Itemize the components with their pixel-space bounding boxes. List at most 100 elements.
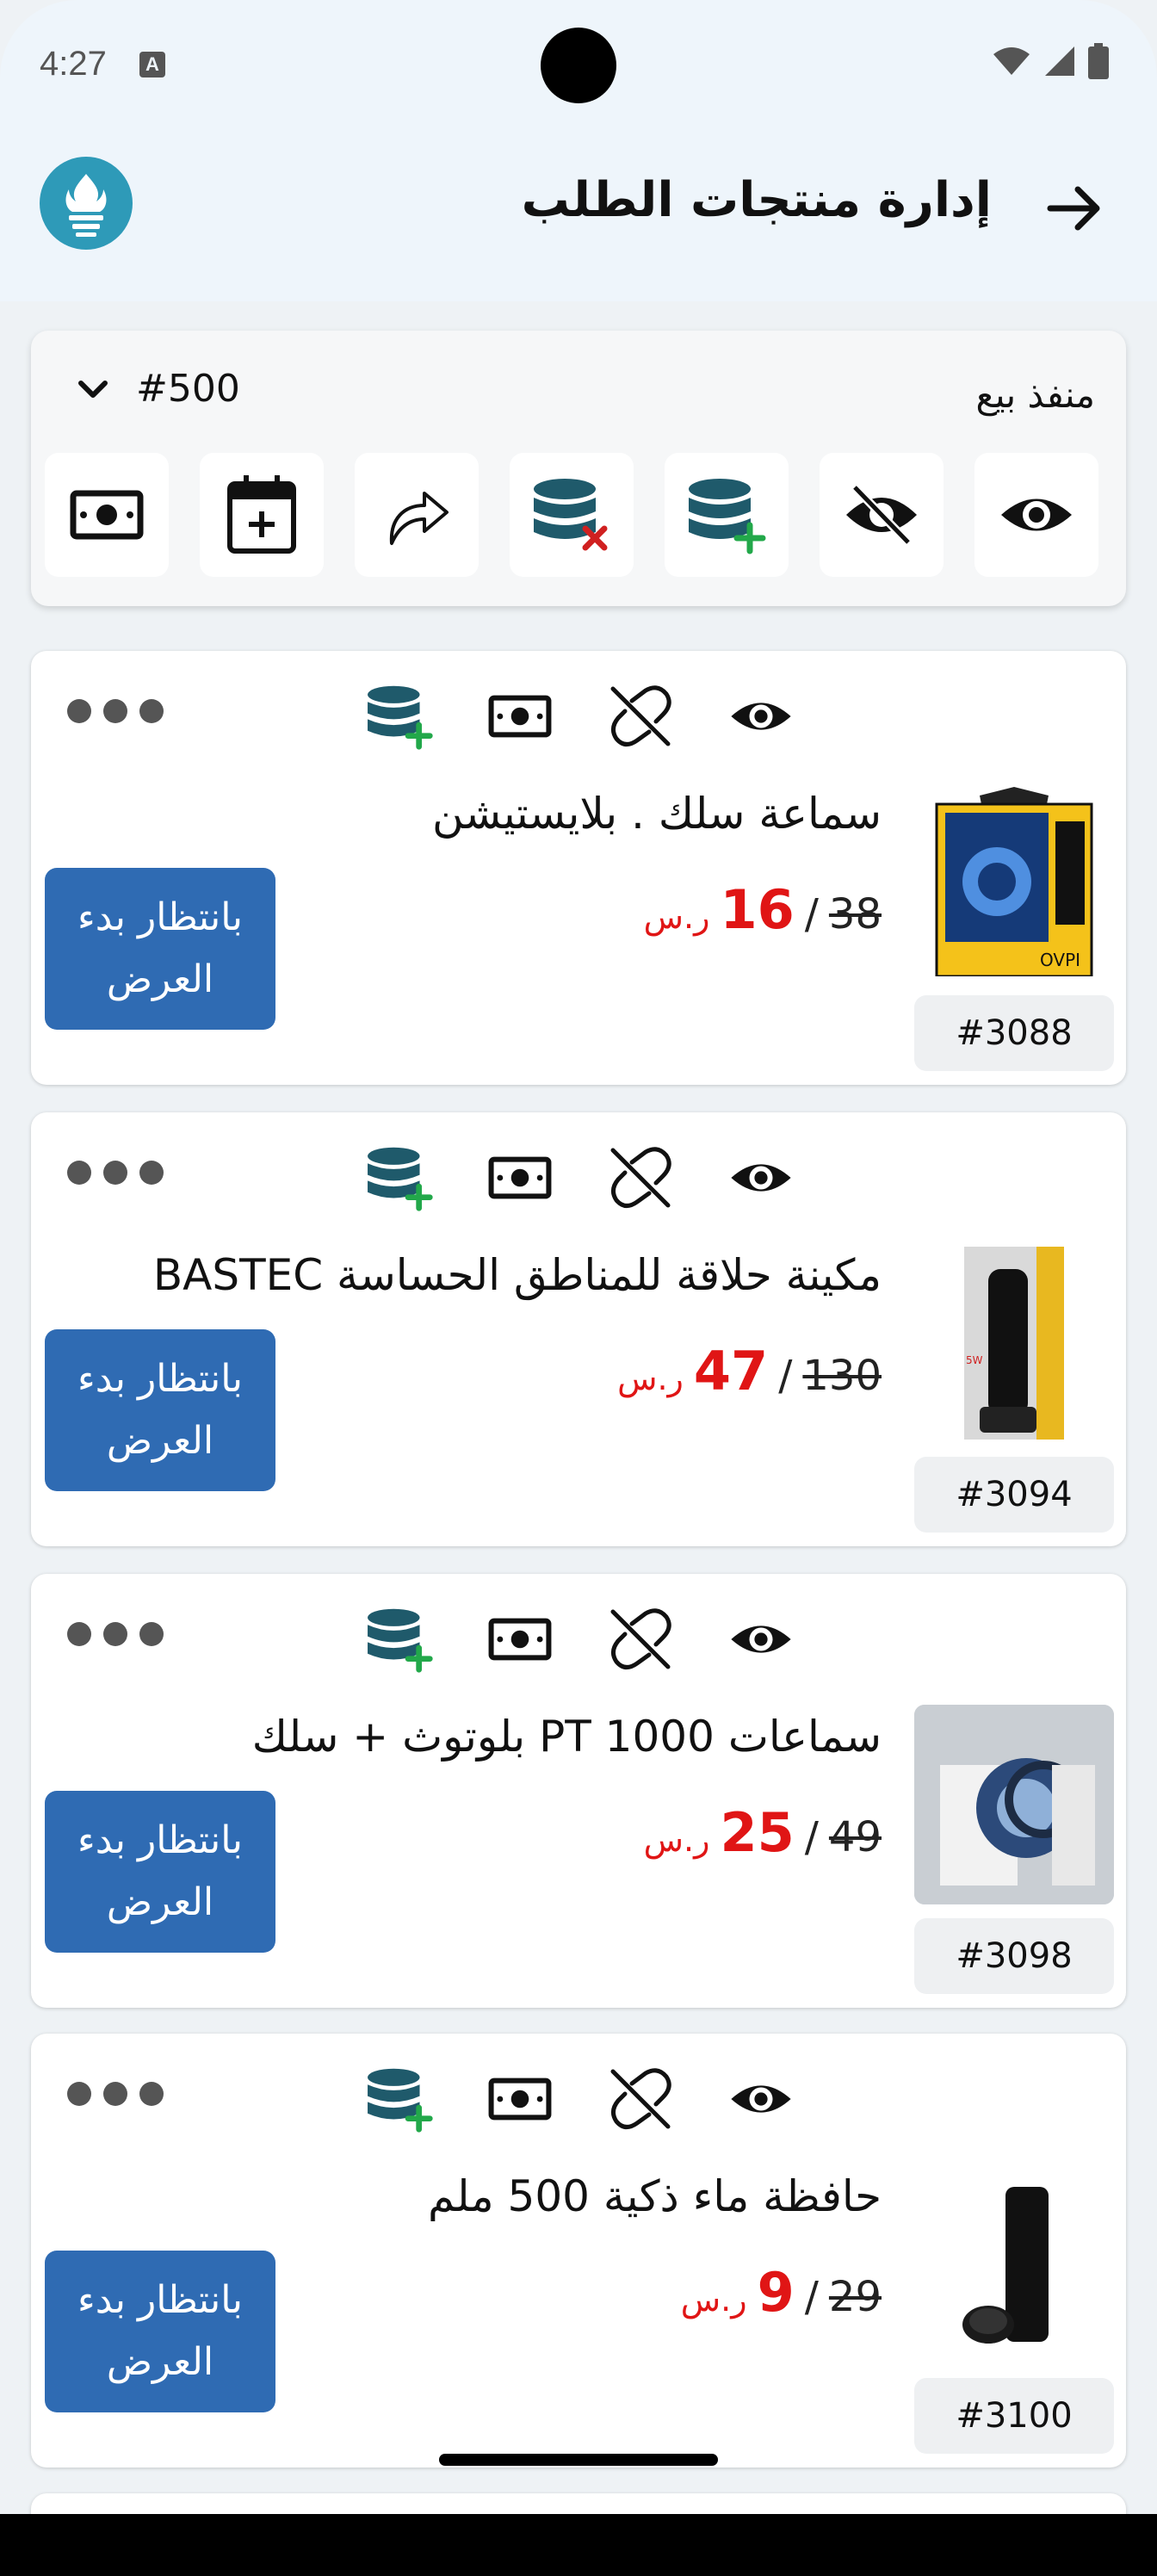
card-actions — [358, 1598, 802, 1681]
status-icons — [992, 43, 1109, 79]
eye-off-icon — [846, 484, 917, 546]
share-arrow-icon — [389, 492, 449, 545]
back-button[interactable] — [1040, 174, 1109, 243]
add-stock-button[interactable] — [358, 1136, 441, 1219]
camera-cutout — [541, 28, 616, 103]
product-name: سماعات PT 1000 بلوتوث + سلك — [251, 1712, 882, 1762]
system-nav-bar — [0, 2514, 1157, 2576]
product-name: سماعة سلك . بلايستيشن — [432, 789, 882, 839]
unlink-button[interactable] — [599, 675, 682, 758]
cash-icon — [70, 490, 144, 540]
view-button[interactable] — [720, 1598, 802, 1681]
old-price: 29 — [828, 2273, 882, 2321]
view-button[interactable] — [720, 1136, 802, 1219]
chevron-down-icon — [78, 380, 108, 398]
battery-icon — [1088, 43, 1109, 79]
old-price: 49 — [828, 1813, 882, 1861]
svg-text:5W: 5W — [966, 1354, 983, 1366]
product-image: OVPI — [914, 782, 1114, 981]
currency: ر.س — [643, 898, 710, 936]
product-name: مكينة حلاقة للمناطق الحساسة BASTEC — [152, 1250, 882, 1300]
cash-icon — [488, 2078, 552, 2121]
offer-status-button[interactable]: بانتظار بدء العرض — [45, 868, 275, 1030]
database-add-icon — [368, 1147, 433, 1211]
price-separator: / — [804, 1813, 819, 1861]
add-stock-button[interactable] — [358, 1598, 441, 1681]
offer-status-button[interactable]: بانتظار بدء العرض — [45, 1329, 275, 1491]
price-button[interactable] — [479, 2058, 561, 2140]
add-stock-button[interactable] — [665, 453, 789, 577]
more-options-button[interactable] — [67, 1622, 164, 1646]
show-button[interactable] — [974, 453, 1098, 577]
notification-icon: A — [139, 52, 165, 77]
view-button[interactable] — [720, 675, 802, 758]
more-options-button[interactable] — [67, 1161, 164, 1185]
product-card[interactable]: سماعات PT 1000 بلوتوث + سلك 49 / 25 ر.س … — [31, 1574, 1126, 2008]
unlink-button[interactable] — [599, 1598, 682, 1681]
product-id-badge: #3100 — [914, 2378, 1114, 2454]
card-actions — [358, 2058, 802, 2140]
price-button[interactable] — [479, 675, 561, 758]
currency: ر.س — [643, 1821, 710, 1859]
hide-button[interactable] — [820, 453, 944, 577]
currency: ر.س — [680, 2281, 747, 2319]
card-actions — [358, 675, 802, 758]
product-id-badge: #3098 — [914, 1918, 1114, 1994]
wifi-icon — [993, 47, 1030, 75]
price-separator: / — [804, 890, 819, 938]
price-separator: / — [804, 2273, 819, 2321]
product-id-badge: #3094 — [914, 1457, 1114, 1533]
product-card[interactable]: 5W مكينة حلاقة للمناطق الحساسة BASTEC 13… — [31, 1112, 1126, 1546]
database-add-icon — [368, 685, 433, 750]
product-id-badge: #3088 — [914, 995, 1114, 1071]
database-remove-icon — [534, 479, 608, 551]
offer-status-button[interactable]: بانتظار بدء العرض — [45, 2251, 275, 2412]
new-price: 16 — [720, 878, 795, 941]
add-stock-button[interactable] — [358, 675, 441, 758]
cash-icon — [488, 1156, 552, 1199]
more-options-button[interactable] — [67, 699, 164, 723]
status-time: 4:27 — [40, 45, 107, 83]
new-price: 47 — [693, 1340, 769, 1403]
order-number: #500 — [136, 367, 240, 411]
link-off-icon — [610, 2068, 671, 2129]
schedule-button[interactable] — [200, 453, 324, 577]
arrow-right-icon — [1047, 186, 1100, 231]
product-image: 5W — [914, 1243, 1114, 1443]
link-off-icon — [610, 685, 671, 746]
product-card[interactable]: OVPI سماعة سلك . بلايستيشن 38 / 16 ر.س ب… — [31, 651, 1126, 1085]
app-logo-icon — [40, 157, 133, 250]
more-options-button[interactable] — [67, 2082, 164, 2106]
cash-icon — [488, 1618, 552, 1661]
view-button[interactable] — [720, 2058, 802, 2140]
remove-stock-button[interactable] — [510, 453, 634, 577]
old-price: 130 — [802, 1352, 882, 1400]
product-name: حافظة ماء ذكية 500 ملم — [428, 2171, 882, 2221]
link-off-icon — [610, 1147, 671, 1208]
offer-status-button[interactable]: بانتظار بدء العرض — [45, 1791, 275, 1953]
currency: ر.س — [617, 1359, 684, 1397]
product-card[interactable]: حافظة ماء ذكية 500 ملم 29 / 9 ر.س بانتظا… — [31, 2034, 1126, 2468]
product-price: 38 / 16 ر.س — [644, 878, 882, 941]
price-separator: / — [778, 1352, 793, 1400]
status-bar: 4:27 A — [0, 0, 1157, 129]
eye-icon — [731, 1625, 791, 1653]
database-add-icon — [368, 1608, 433, 1673]
order-select[interactable]: #500 — [76, 367, 240, 411]
product-price: 130 / 47 ر.س — [617, 1340, 882, 1403]
eye-icon — [1001, 498, 1072, 531]
eye-icon — [731, 1164, 791, 1192]
add-stock-button[interactable] — [358, 2058, 441, 2140]
share-button[interactable] — [355, 453, 479, 577]
gesture-nav-handle[interactable] — [439, 2454, 718, 2466]
new-price: 25 — [720, 1801, 795, 1864]
unlink-button[interactable] — [599, 2058, 682, 2140]
database-add-icon — [689, 479, 766, 554]
filter-card: منفذ بيع #500 — [31, 331, 1126, 606]
price-button[interactable] — [479, 1598, 561, 1681]
unlink-button[interactable] — [599, 1136, 682, 1219]
price-button[interactable] — [479, 1136, 561, 1219]
eye-icon — [731, 2085, 791, 2113]
cash-filter-button[interactable] — [45, 453, 169, 577]
outlet-label: منفذ بيع — [975, 374, 1095, 416]
